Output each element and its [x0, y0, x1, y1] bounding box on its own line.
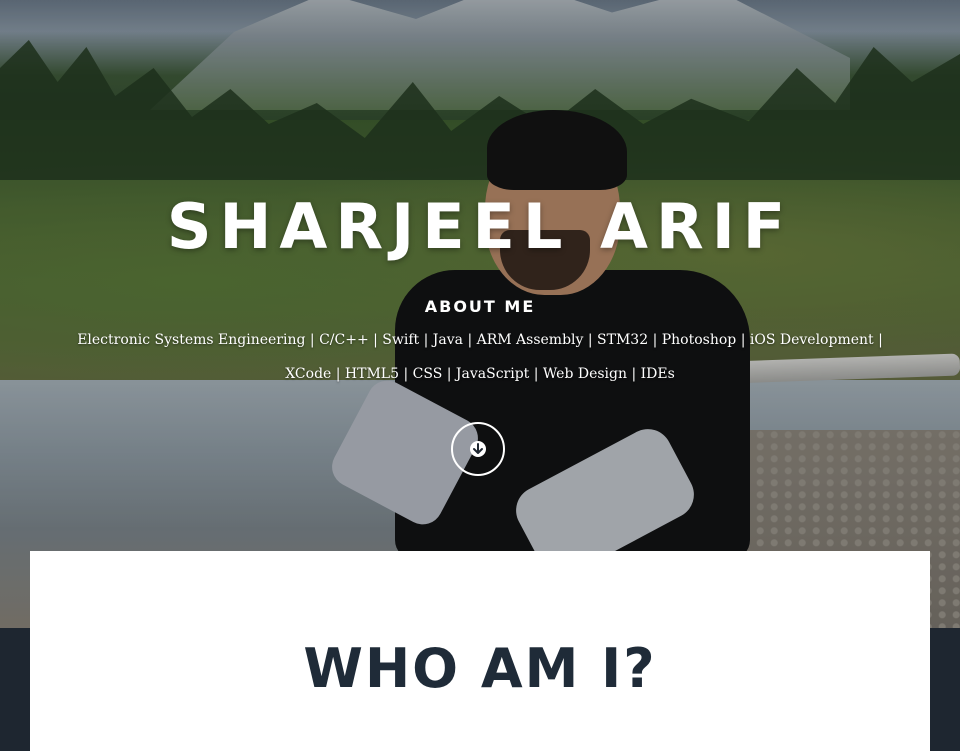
who-am-i-card: WHO AM I? — [30, 551, 930, 751]
who-am-i-title: WHO AM I? — [303, 637, 657, 700]
about-me-skills: Electronic Systems Engineering | C/C++ |… — [77, 332, 883, 382]
about-me-heading: ABOUT ME — [424, 297, 536, 316]
arrow-down-icon — [470, 441, 486, 457]
hero-name-title: SHARJEEL ARIF — [166, 190, 794, 263]
hero-section: SHARJEEL ARIF ABOUT ME Electronic System… — [0, 0, 960, 628]
scroll-down-button[interactable] — [451, 422, 505, 476]
